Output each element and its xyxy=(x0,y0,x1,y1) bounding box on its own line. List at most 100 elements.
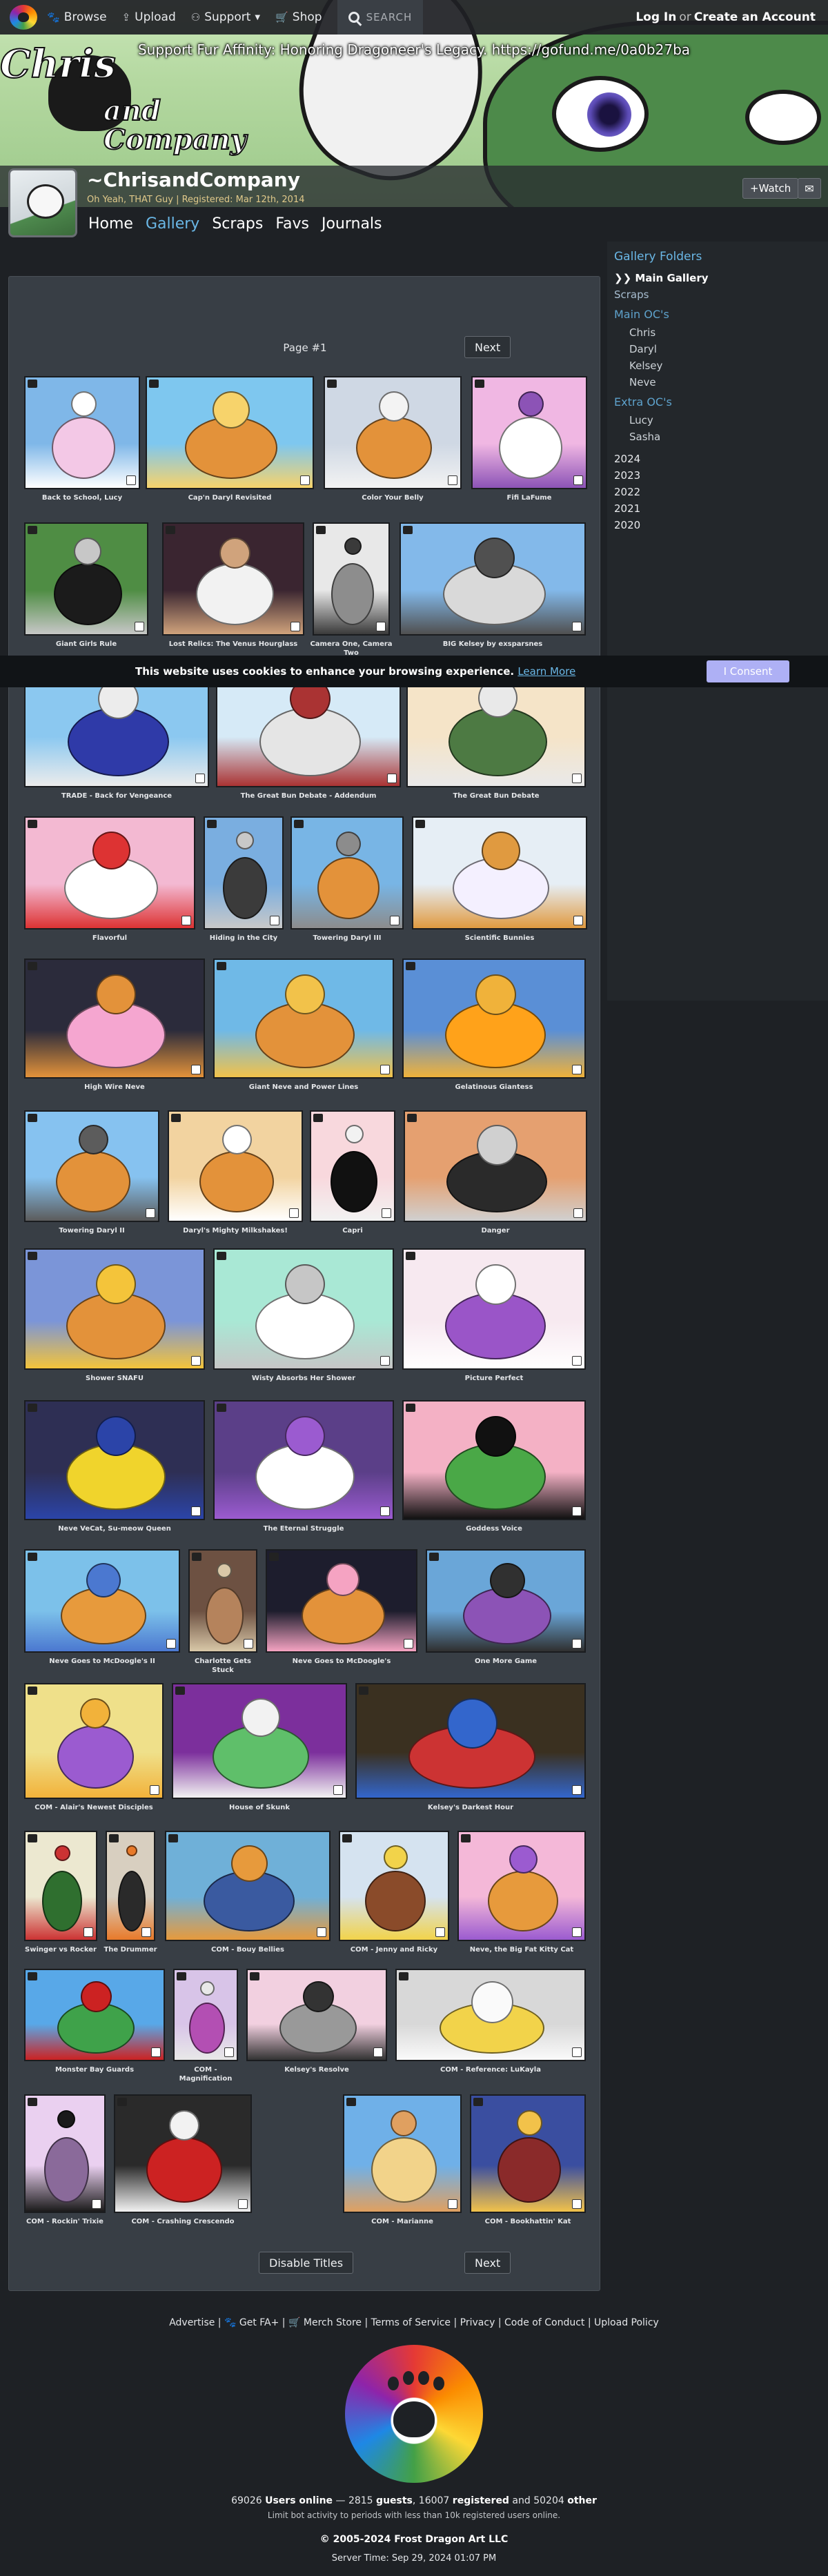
gallery-thumbnail[interactable] xyxy=(426,1549,586,1653)
gallery-thumbnail[interactable] xyxy=(213,1400,394,1520)
thumbnail-title[interactable]: Hiding in the City xyxy=(201,934,286,943)
gallery-thumbnail[interactable] xyxy=(24,1110,159,1222)
thumbnail-title[interactable]: One More Game xyxy=(423,1657,589,1666)
gallery-thumbnail[interactable] xyxy=(146,376,314,489)
gallery-thumbnail[interactable] xyxy=(213,958,394,1079)
search-input[interactable]: SEARCH xyxy=(337,0,424,35)
thumbnail-title[interactable]: Giant Girls Rule xyxy=(21,640,151,649)
gallery-thumbnail[interactable] xyxy=(404,1110,587,1222)
thumbnail-title[interactable]: High Wire Neve xyxy=(21,1083,208,1092)
footer-tos-link[interactable]: Terms of Service xyxy=(371,2317,451,2328)
gallery-thumbnail[interactable] xyxy=(106,1831,155,1941)
gallery-thumbnail[interactable] xyxy=(313,522,390,636)
gallery-thumbnail[interactable] xyxy=(188,1549,257,1653)
thumbnail-title[interactable]: COM - Alair's Newest Disciples xyxy=(21,1803,166,1812)
gallery-thumbnail[interactable] xyxy=(204,816,284,930)
gallery-thumbnail[interactable] xyxy=(355,1683,586,1799)
thumbnail-title[interactable]: Back to School, Lucy xyxy=(21,493,143,502)
gallery-thumbnail[interactable] xyxy=(395,1969,586,2061)
thumbnail-title[interactable]: COM - Rockin' Trixie xyxy=(21,2217,108,2226)
gallery-thumbnail[interactable] xyxy=(470,2094,586,2213)
footer-privacy-link[interactable]: Privacy xyxy=(460,2317,495,2328)
thumbnail-title[interactable]: Capri xyxy=(307,1226,398,1235)
footer-merch-link[interactable]: Merch Store xyxy=(304,2317,362,2328)
thumbnail-title[interactable]: Color Your Belly xyxy=(321,493,464,502)
thumbnail-title[interactable]: Swinger vs Rocker xyxy=(21,1945,100,1954)
tab-gallery[interactable]: Gallery xyxy=(146,215,199,233)
nav-shop[interactable]: 🛒 Shop xyxy=(275,10,322,24)
gallery-thumbnail[interactable] xyxy=(457,1831,586,1941)
folder-year-2023[interactable]: 2023 xyxy=(614,469,821,482)
gallery-thumbnail[interactable] xyxy=(266,1549,417,1653)
tab-scraps[interactable]: Scraps xyxy=(212,215,263,233)
thumbnail-title[interactable]: Giant Neve and Power Lines xyxy=(210,1083,397,1092)
gallery-thumbnail[interactable] xyxy=(400,522,586,636)
login-link[interactable]: Log In xyxy=(635,10,676,24)
gallery-thumbnail[interactable] xyxy=(24,1248,205,1370)
folder-year-2021[interactable]: 2021 xyxy=(614,502,821,515)
consent-button[interactable]: I Consent xyxy=(707,660,789,682)
thumbnail-title[interactable]: House of Skunk xyxy=(169,1803,350,1812)
gallery-thumbnail[interactable] xyxy=(173,1969,238,2061)
gallery-thumbnail[interactable] xyxy=(24,376,140,489)
gallery-thumbnail[interactable] xyxy=(162,522,304,636)
gallery-thumbnail[interactable] xyxy=(310,1110,395,1222)
watch-button[interactable]: +Watch xyxy=(742,178,799,199)
thumbnail-title[interactable]: Towering Daryl III xyxy=(288,934,406,943)
thumbnail-title[interactable]: Goddess Voice xyxy=(400,1524,589,1533)
thumbnail-title[interactable]: Cap'n Daryl Revisited xyxy=(143,493,317,502)
next-page-button[interactable]: Next xyxy=(464,2252,511,2274)
gallery-thumbnail[interactable] xyxy=(168,1110,303,1222)
tab-home[interactable]: Home xyxy=(88,215,133,233)
thumbnail-title[interactable]: Kelsey's Resolve xyxy=(244,2065,390,2074)
folder-daryl[interactable]: Daryl xyxy=(629,343,821,355)
folder-scraps[interactable]: Scraps xyxy=(614,288,821,301)
thumbnail-title[interactable]: Scientific Bunnies xyxy=(409,934,590,943)
footer-advertise-link[interactable]: Advertise xyxy=(169,2317,215,2328)
footer-conduct-link[interactable]: Code of Conduct xyxy=(504,2317,584,2328)
gallery-thumbnail[interactable] xyxy=(24,1400,205,1520)
nav-upload[interactable]: ⇪ Upload xyxy=(122,10,176,24)
profile-username[interactable]: ~ChrisandCompany xyxy=(87,168,300,191)
folder-chris[interactable]: Chris xyxy=(629,326,821,339)
footer-upload-policy-link[interactable]: Upload Policy xyxy=(594,2317,659,2328)
thumbnail-title[interactable]: Danger xyxy=(401,1226,590,1235)
thumbnail-title[interactable]: Picture Perfect xyxy=(400,1374,589,1383)
gallery-thumbnail[interactable] xyxy=(343,2094,462,2213)
tab-favs[interactable]: Favs xyxy=(275,215,309,233)
gallery-thumbnail[interactable] xyxy=(24,1969,165,2061)
support-announcement[interactable]: Support Fur Affinity: Honoring Dragoneer… xyxy=(0,41,828,58)
thumbnail-title[interactable]: Towering Daryl II xyxy=(21,1226,162,1235)
folder-year-2020[interactable]: 2020 xyxy=(614,519,821,531)
gallery-thumbnail[interactable] xyxy=(24,1683,164,1799)
thumbnail-title[interactable]: Daryl's Mighty Milkshakes! xyxy=(165,1226,306,1235)
gallery-thumbnail[interactable] xyxy=(24,958,205,1079)
thumbnail-title[interactable]: COM - Reference: LuKayla xyxy=(393,2065,589,2074)
folder-main-gallery[interactable]: ❯❯ Main Gallery xyxy=(614,272,821,284)
thumbnail-title[interactable]: COM - Jenny and Ricky xyxy=(336,1945,452,1954)
gallery-thumbnail[interactable] xyxy=(412,816,587,930)
gallery-thumbnail[interactable] xyxy=(402,1248,586,1370)
gallery-thumbnail[interactable] xyxy=(471,376,587,489)
envelope-icon[interactable]: ✉ xyxy=(798,178,821,199)
thumbnail-title[interactable]: The Great Bun Debate - Addendum xyxy=(213,792,404,800)
gallery-thumbnail[interactable] xyxy=(165,1831,331,1941)
folder-year-2022[interactable]: 2022 xyxy=(614,486,821,498)
folder-sasha[interactable]: Sasha xyxy=(629,431,821,443)
gallery-thumbnail[interactable] xyxy=(24,1831,97,1941)
gallery-thumbnail[interactable] xyxy=(339,1831,449,1941)
thumbnail-title[interactable]: Fifi LaFume xyxy=(469,493,590,502)
thumbnail-title[interactable]: COM - Crashing Crescendo xyxy=(111,2217,255,2226)
fa-logo-icon[interactable] xyxy=(10,5,37,30)
gallery-thumbnail[interactable] xyxy=(246,1969,387,2061)
thumbnail-title[interactable]: COM - Marianne xyxy=(340,2217,464,2226)
folder-kelsey[interactable]: Kelsey xyxy=(629,360,821,372)
gallery-thumbnail[interactable] xyxy=(24,816,195,930)
thumbnail-title[interactable]: TRADE - Back for Vengeance xyxy=(21,792,212,800)
thumbnail-title[interactable]: Neve Goes to McDoogle's xyxy=(263,1657,420,1666)
folder-neve[interactable]: Neve xyxy=(629,376,821,389)
gallery-thumbnail[interactable] xyxy=(402,958,586,1079)
gallery-thumbnail[interactable] xyxy=(114,2094,252,2213)
thumbnail-title[interactable]: BIG Kelsey by exsparsnes xyxy=(397,640,589,649)
thumbnail-title[interactable]: Charlotte Gets Stuck xyxy=(186,1657,260,1675)
